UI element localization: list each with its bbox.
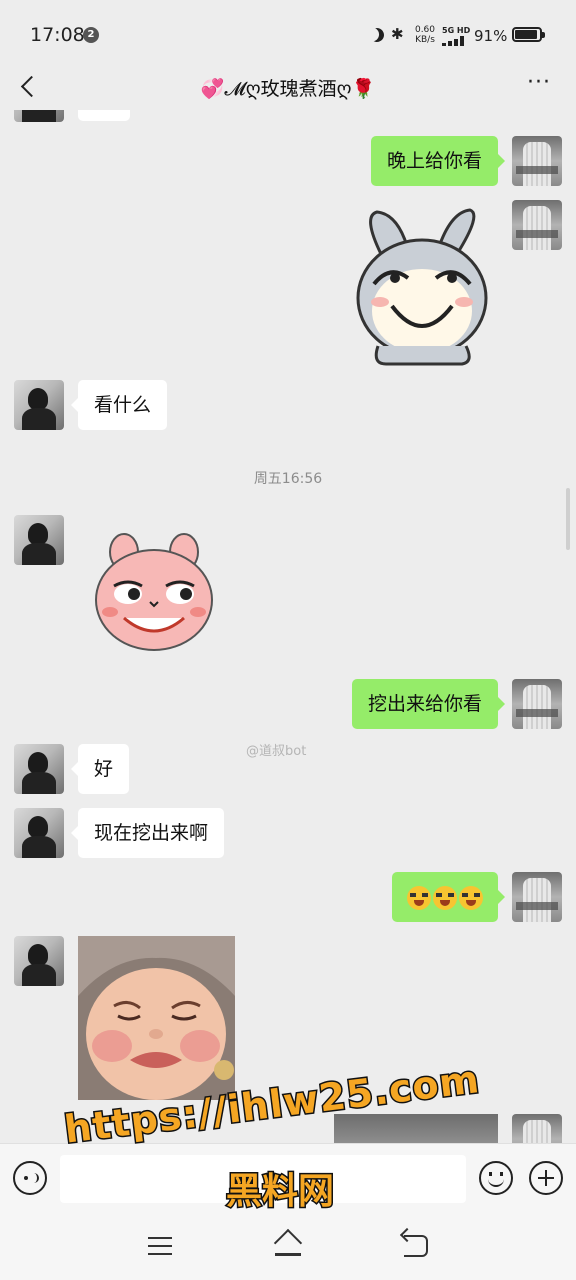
plus-icon[interactable] <box>529 1161 563 1195</box>
voice-icon[interactable] <box>13 1161 47 1195</box>
notification-badge: 2 <box>83 27 99 43</box>
net-type: 5G HD <box>442 26 471 35</box>
chat-title: 💞𝓜ღ玫瑰煮酒ღ🌹 <box>200 78 376 100</box>
avatar[interactable] <box>14 936 64 986</box>
avatar[interactable] <box>512 200 562 250</box>
message-bubble[interactable]: 好 <box>70 744 130 794</box>
message-bubble[interactable] <box>78 110 130 121</box>
status-time: 17:08 <box>30 24 85 46</box>
avatar[interactable] <box>14 808 64 858</box>
bluetooth-icon: ✱ <box>391 25 404 43</box>
battery-icon <box>512 27 545 42</box>
message-bubble[interactable]: 现在挖出来啊 <box>70 808 225 858</box>
grinning-bunny-sticker[interactable] <box>352 206 492 366</box>
crying-baby-photo[interactable] <box>78 936 235 1100</box>
do-not-disturb-icon <box>367 25 386 44</box>
crying-emoji-icon <box>459 885 483 910</box>
crying-emoji-row <box>406 872 484 922</box>
message-bubble[interactable]: 晚上给你看 <box>370 136 506 186</box>
battery-percent: 91% <box>474 27 508 45</box>
avatar[interactable] <box>512 1114 562 1143</box>
status-bar: 17:08 2 ✱ 0.60 KB/s 5G HD 91% <box>0 0 576 64</box>
emoji-icon[interactable] <box>479 1161 513 1195</box>
message-bubble[interactable]: 看什么 <box>70 380 168 430</box>
avatar[interactable] <box>14 515 64 565</box>
avatar[interactable] <box>14 380 64 430</box>
pink-bunny-smirk-sticker[interactable] <box>92 530 216 654</box>
message-input[interactable] <box>60 1155 466 1203</box>
scrollbar[interactable] <box>566 488 570 550</box>
menu-icon[interactable] <box>148 1237 172 1255</box>
back-icon[interactable] <box>12 68 46 104</box>
avatar[interactable] <box>14 110 64 122</box>
message-bubble[interactable]: 挖出来给你看 <box>351 679 506 729</box>
avatar[interactable] <box>512 136 562 186</box>
message-bubble[interactable] <box>392 872 505 922</box>
crying-emoji-icon <box>407 885 431 910</box>
home-icon[interactable] <box>274 1231 302 1257</box>
title-bar: 💞𝓜ღ玫瑰煮酒ღ🌹 ··· <box>0 64 576 110</box>
net-speed: 0.60 KB/s <box>414 25 436 45</box>
timestamp: 周五16:56 <box>253 471 323 487</box>
avatar[interactable] <box>512 679 562 729</box>
avatar[interactable] <box>14 744 64 794</box>
more-icon[interactable]: ··· <box>522 72 556 102</box>
partial-image[interactable] <box>334 1114 498 1143</box>
avatar[interactable] <box>512 872 562 922</box>
chat-area[interactable]: 晚上给你看 看什么 周五16:56 @道叔bot 挖出来给你看 好 现在挖出来啊 <box>0 110 576 1143</box>
watermark: @道叔bot <box>246 744 307 759</box>
nav-bar <box>0 1213 576 1280</box>
signal-icon <box>442 36 468 46</box>
input-bar <box>0 1143 576 1213</box>
crying-emoji-icon <box>433 885 457 910</box>
nav-back-icon[interactable] <box>404 1235 428 1257</box>
